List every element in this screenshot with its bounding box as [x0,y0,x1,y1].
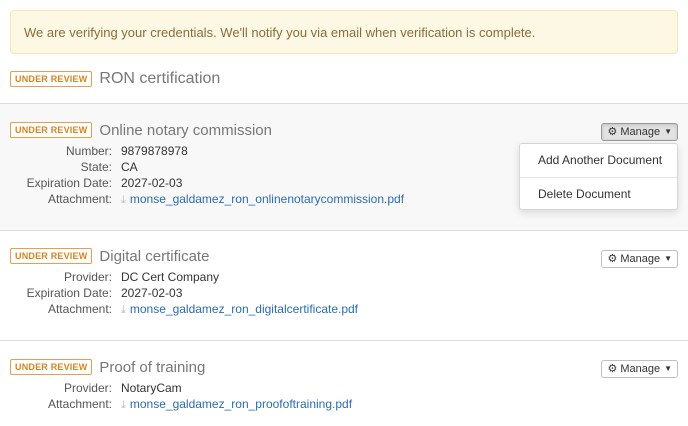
field-value: DC Cert Company [121,270,220,284]
field-value: 2027-02-03 [121,176,183,190]
field-label: Attachment: [47,192,112,206]
status-badge: UNDER REVIEW [10,248,93,264]
attachment-link[interactable]: ⤓ monse_galdamez_ron_digitalcertificate.p… [121,301,358,318]
field-value: 2027-02-03 [121,286,183,300]
manage-button[interactable]: ⚙ Manage ▼ [601,360,678,378]
status-badge: UNDER REVIEW [10,122,93,138]
document-card-proof-of-training: UNDER REVIEW Proof of training ⚙ Manage … [0,340,688,426]
attachment-link[interactable]: ⤓ monse_galdamez_ron_onlinenotarycommissi… [121,191,404,208]
card-title: Online notary commission [99,121,272,139]
field-label: Provider: [63,270,112,284]
verification-alert: We are verifying your credentials. We'll… [10,10,678,54]
field-label: Provider: [63,381,112,395]
gear-icon: ⚙ [607,126,618,138]
manage-dropdown-menu: Add Another Document Delete Document [519,143,678,210]
download-icon: ⤓ [121,194,126,206]
document-card-digital-certificate: UNDER REVIEW Digital certificate ⚙ Manag… [0,230,688,340]
section-header: UNDER REVIEW RON certification [10,69,220,89]
card-title: Digital certificate [99,247,210,265]
attachment-filename[interactable]: monse_galdamez_ron_digitalcertificate.pd… [130,302,358,316]
manage-label: Manage [620,363,661,375]
field-label: Expiration Date: [26,176,112,190]
caret-down-icon: ▼ [664,127,672,136]
status-badge: UNDER REVIEW [10,359,93,375]
caret-down-icon: ▼ [664,364,672,373]
attachment-link[interactable]: ⤓ monse_galdamez_ron_proofoftraining.pdf [121,396,352,413]
field-value: 9879878978 [121,144,188,158]
field-label: Attachment: [47,397,112,411]
section-title: RON certification [99,70,221,87]
field-value: CA [121,160,138,174]
gear-icon: ⚙ [607,363,618,375]
caret-down-icon: ▼ [664,254,672,263]
card-header: UNDER REVIEW Proof of training [10,357,205,377]
field-label: Number: [65,144,112,158]
download-icon: ⤓ [121,304,126,316]
field-label: Attachment: [47,302,112,316]
manage-label: Manage [620,253,661,265]
download-icon: ⤓ [121,399,126,411]
card-header: UNDER REVIEW Digital certificate [10,246,209,266]
menu-item-add-another-document[interactable]: Add Another Document [520,144,677,177]
status-badge: UNDER REVIEW [10,71,93,87]
menu-item-delete-document[interactable]: Delete Document [520,178,677,211]
field-value: NotaryCam [121,381,182,395]
field-label: State: [80,160,112,174]
manage-label: Manage [620,126,661,138]
gear-icon: ⚙ [607,253,618,265]
card-title: Proof of training [99,358,206,376]
manage-button[interactable]: ⚙ Manage ▼ [601,123,678,141]
attachment-filename[interactable]: monse_galdamez_ron_proofoftraining.pdf [130,397,352,411]
card-header: UNDER REVIEW Online notary commission [10,120,272,140]
manage-button[interactable]: ⚙ Manage ▼ [601,250,678,268]
field-label: Expiration Date: [26,286,112,300]
attachment-filename[interactable]: monse_galdamez_ron_onlinenotarycommissio… [130,192,404,206]
